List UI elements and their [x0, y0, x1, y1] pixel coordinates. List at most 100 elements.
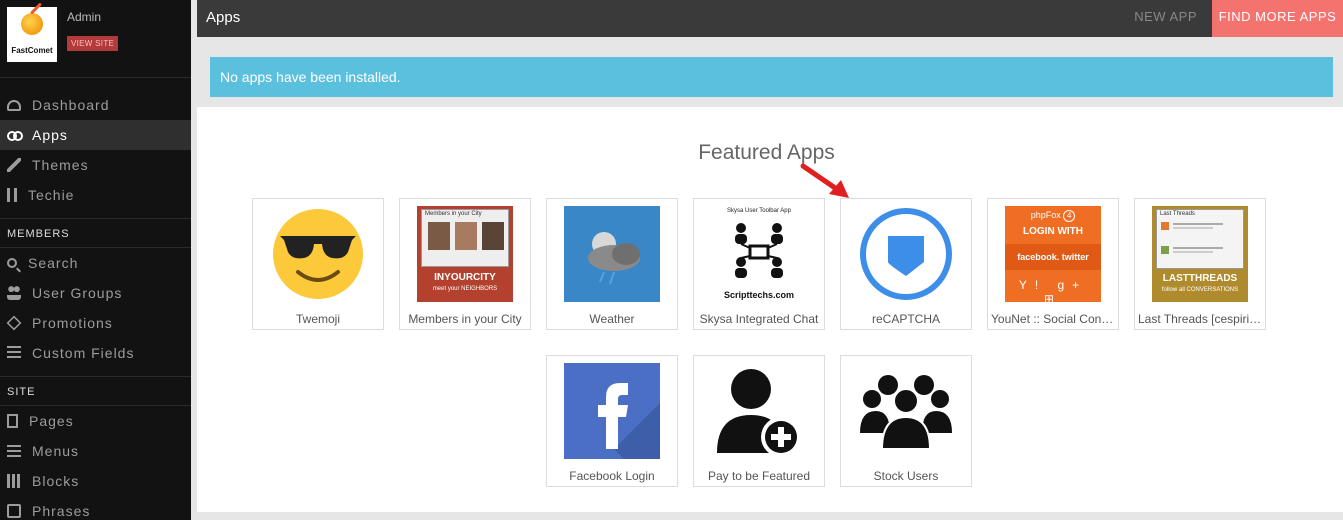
site-logo[interactable]: FastComet	[7, 7, 57, 62]
skysa-thumbnail: Skysa User Toolbar App Scripttechs.com	[711, 206, 807, 302]
page-title: Apps	[206, 9, 241, 26]
sidebar-item-label: Custom Fields	[32, 345, 135, 361]
sunglasses-emoji-icon	[273, 209, 363, 299]
thumb-title: Last Threads	[1160, 211, 1195, 217]
thumb-title: Skysa User Toolbar App	[727, 208, 791, 214]
list-icon	[7, 346, 21, 360]
new-app-button[interactable]: NEW APP	[1134, 0, 1197, 37]
page-icon	[7, 414, 18, 428]
app-card-twemoji[interactable]: Twemoji	[252, 198, 384, 330]
sidebar-item-label: Pages	[29, 413, 74, 429]
thumb-footer-2: follow all CONVERSATIONS	[1161, 287, 1239, 293]
thumb-footer-1: LASTTHREADS	[1162, 273, 1238, 284]
sidebar-item-menus[interactable]: Menus	[0, 436, 191, 466]
notice-area: No apps have been installed.	[197, 37, 1343, 107]
sidebar-item-label: Blocks	[32, 473, 80, 489]
app-name: Skysa Integrated Chat	[699, 312, 819, 326]
recaptcha-shield-icon	[860, 208, 952, 300]
topbar: Apps NEW APP FIND MORE APPS	[197, 0, 1343, 37]
app-name: Facebook Login	[569, 469, 655, 483]
admin-name[interactable]: Admin	[67, 10, 101, 24]
social-icons: Y! g+ ⊞	[1018, 278, 1088, 302]
pay-featured-thumbnail	[711, 363, 807, 459]
app-card-members-in-your-city[interactable]: Members in your City INYOURCITY meet you…	[399, 198, 531, 330]
app-name: YouNet :: Social Connect	[991, 312, 1115, 326]
app-card-facebook-login[interactable]: Facebook Login	[546, 355, 678, 487]
thumb-line-1: phpFox	[1030, 210, 1061, 220]
sidebar-item-techie[interactable]: Techie	[0, 180, 191, 210]
app-card-stock-users[interactable]: Stock Users	[840, 355, 972, 487]
weather-cloud-icon	[588, 232, 640, 285]
sidebar-item-label: Techie	[28, 187, 75, 203]
section-members: MEMBERS	[0, 218, 191, 248]
members-city-thumbnail: Members in your City INYOURCITY meet you…	[417, 206, 513, 302]
sidebar-item-dashboard[interactable]: Dashboard	[0, 90, 191, 120]
find-more-apps-button[interactable]: FIND MORE APPS	[1212, 0, 1343, 37]
featured-apps-panel: Featured Apps Twemoji Members in your Ci…	[197, 107, 1343, 512]
sidebar-item-promotions[interactable]: Promotions	[0, 308, 191, 338]
sidebar-item-pages[interactable]: Pages	[0, 406, 191, 436]
diamond-icon	[6, 315, 22, 331]
sidebar-item-custom-fields[interactable]: Custom Fields	[0, 338, 191, 368]
sidebar-item-blocks[interactable]: Blocks	[0, 466, 191, 496]
bottom-strip	[197, 512, 1343, 520]
sidebar-item-apps[interactable]: Apps	[0, 120, 191, 150]
facebook-f-icon	[598, 383, 660, 459]
no-apps-notice: No apps have been installed.	[210, 57, 1333, 97]
stock-users-thumbnail	[858, 363, 954, 459]
app-card-pay-to-be-featured[interactable]: Pay to be Featured	[693, 355, 825, 487]
view-site-button[interactable]: VIEW SITE	[67, 36, 119, 51]
last-threads-thumbnail: Last Threads LASTTHREADS follow all CONV…	[1152, 206, 1248, 302]
network-users-icon	[735, 223, 783, 278]
sidebar-item-label: Search	[28, 255, 79, 271]
app-name: Members in your City	[408, 312, 522, 326]
app-card-last-threads[interactable]: Last Threads LASTTHREADS follow all CONV…	[1134, 198, 1266, 330]
sidebar-item-search[interactable]: Search	[0, 248, 191, 278]
sidebar: FastComet Admin VIEW SITE Dashboard Apps…	[0, 0, 191, 520]
app-name: reCAPTCHA	[871, 312, 940, 326]
search-icon	[7, 258, 17, 268]
facebook-login-thumbnail	[564, 363, 660, 459]
sidebar-item-phrases[interactable]: Phrases	[0, 496, 191, 520]
app-card-younet-social-connect[interactable]: phpFox 4 LOGIN WITH facebook. twitter Y!…	[987, 198, 1119, 330]
sidebar-item-label: Apps	[32, 127, 68, 143]
app-card-weather[interactable]: Weather	[546, 198, 678, 330]
dashboard-icon	[7, 99, 21, 111]
thumb-line-2: LOGIN WITH	[1023, 226, 1083, 237]
app-name: Last Threads [cespiritual]	[1138, 312, 1262, 326]
sidebar-item-user-groups[interactable]: User Groups	[0, 278, 191, 308]
red-arrow-icon	[800, 163, 849, 198]
menu-icon	[7, 445, 21, 457]
app-name: Pay to be Featured	[707, 469, 811, 483]
featured-apps-title: Featured Apps	[698, 141, 835, 164]
group-users-icon	[860, 375, 952, 450]
sidebar-item-label: User Groups	[32, 285, 123, 301]
add-user-icon	[717, 369, 801, 457]
app-name: Weather	[589, 312, 635, 326]
section-site: SITE	[0, 376, 191, 406]
sidebar-item-label: Phrases	[32, 503, 91, 519]
apps-icon	[7, 128, 23, 142]
user-groups-icon	[7, 286, 21, 300]
thumb-line-3: facebook. twitter	[1017, 252, 1089, 262]
thumb-footer-2: meet your NEIGHBORS	[432, 286, 498, 292]
phrases-icon	[7, 504, 21, 518]
younet-thumbnail: phpFox 4 LOGIN WITH facebook. twitter Y!…	[1005, 206, 1101, 302]
thumb-title: Members in your City	[425, 211, 482, 217]
recaptcha-thumbnail	[858, 206, 954, 302]
techie-icon	[7, 188, 17, 202]
app-name: Twemoji	[295, 312, 340, 326]
app-card-recaptcha[interactable]: reCAPTCHA	[840, 198, 972, 330]
sidebar-item-themes[interactable]: Themes	[0, 150, 191, 180]
sidebar-item-label: Promotions	[32, 315, 113, 331]
twemoji-thumbnail	[270, 206, 366, 302]
thumb-footer-1: INYOURCITY	[434, 272, 496, 283]
weather-thumbnail	[564, 206, 660, 302]
blocks-icon	[7, 474, 21, 488]
logo-text: FastComet	[11, 46, 53, 55]
app-card-skysa-chat[interactable]: Skysa User Toolbar App Scripttechs.com S…	[693, 198, 825, 330]
app-name: Stock Users	[873, 469, 939, 483]
version-badge: 4	[1063, 210, 1076, 222]
brush-icon	[7, 158, 21, 172]
brand-area: FastComet Admin VIEW SITE	[0, 0, 191, 78]
